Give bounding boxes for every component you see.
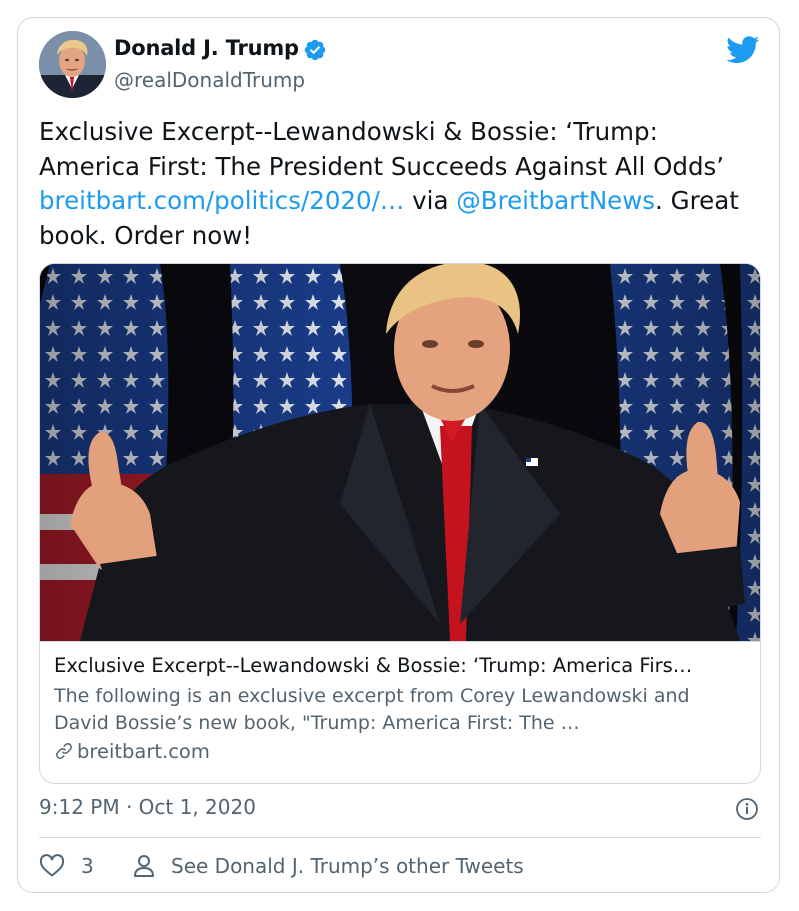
link-preview-card[interactable]: Exclusive Excerpt--Lewandowski & Bossie:… (39, 263, 761, 784)
link-card-title[interactable]: Exclusive Excerpt--Lewandowski & Bossie:… (54, 654, 749, 677)
tweet-text: Exclusive Excerpt--Lewandowski & Bossie:… (39, 115, 759, 253)
mention-link[interactable]: @BreitbartNews (456, 186, 655, 215)
link-card-domain-row[interactable]: breitbart.com (54, 740, 210, 766)
link-icon (56, 743, 72, 759)
heart-icon (39, 854, 65, 877)
like-button[interactable]: 3 (39, 853, 94, 879)
like-count: 3 (81, 854, 94, 878)
tweet-text-via: via (404, 186, 457, 215)
twitter-bird-icon[interactable] (726, 36, 760, 64)
link-card-domain: breitbart.com (77, 740, 210, 763)
verified-badge-icon (304, 39, 326, 61)
tweet-text-body: Exclusive Excerpt--Lewandowski & Bossie:… (39, 117, 725, 181)
avatar[interactable] (39, 31, 106, 98)
tweet-timestamp[interactable]: 9:12 PM · Oct 1, 2020 (39, 795, 256, 819)
author-display-name[interactable]: Donald J. Trump (114, 36, 299, 60)
see-other-tweets-label: See Donald J. Trump’s other Tweets (171, 854, 524, 878)
link-preview-image[interactable] (40, 264, 760, 642)
person-icon (134, 855, 154, 877)
see-other-tweets-link[interactable]: See Donald J. Trump’s other Tweets (133, 853, 524, 879)
tweet-embed-card: Donald J. Trump @realDonaldTrump Exclusi… (17, 17, 780, 893)
tweet-link[interactable]: breitbart.com/politics/2020/… (39, 186, 404, 215)
author-handle[interactable]: @realDonaldTrump (114, 68, 305, 92)
link-card-description: The following is an exclusive excerpt fr… (54, 685, 690, 734)
info-icon[interactable] (735, 797, 759, 821)
actions-divider (39, 837, 761, 838)
